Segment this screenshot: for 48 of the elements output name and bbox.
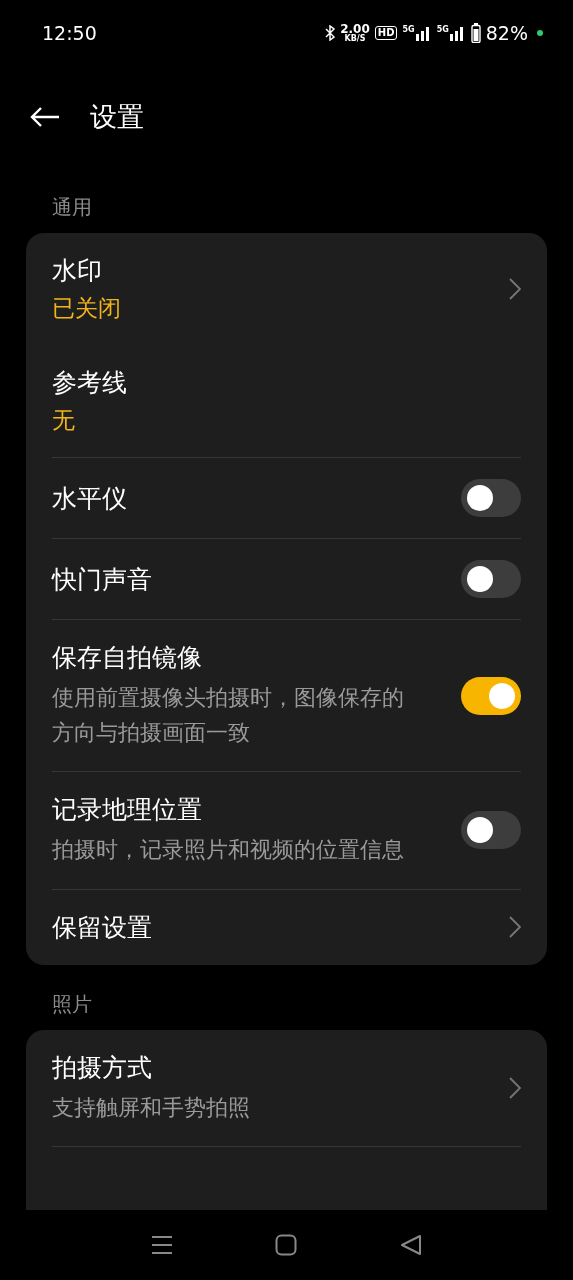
speed-unit: KB/S <box>344 35 366 43</box>
signal-icon <box>415 25 432 41</box>
toggle-switch[interactable] <box>461 560 521 598</box>
setting-value: 无 <box>52 406 76 435</box>
network-label: 5G <box>402 25 415 34</box>
settings-row[interactable]: 快门声音 <box>52 538 521 619</box>
setting-title: 水平仪 <box>52 482 128 515</box>
clock-time: 12:50 <box>42 22 98 44</box>
settings-row[interactable]: 拍摄方式 支持触屏和手势拍照 <box>52 1029 521 1146</box>
chevron-right-icon <box>509 1076 521 1099</box>
battery-percent: 82% <box>485 22 528 44</box>
battery-icon <box>470 23 481 43</box>
setting-description: 拍摄时，记录照片和视频的位置信息 <box>52 836 405 865</box>
toggle-switch[interactable] <box>461 811 521 850</box>
settings-row[interactable]: 保存自拍镜像 使用前置摄像头拍摄时，图像保存的方向与拍摄画面一致 <box>52 619 521 772</box>
section-label: 照片 <box>51 990 93 1018</box>
chevron-right-icon <box>509 916 521 939</box>
network-speed: 2.00 <box>340 23 370 35</box>
network-label: 5G <box>436 25 449 34</box>
setting-description: 支持触屏和手势拍照 <box>52 1093 251 1122</box>
settings-row[interactable]: 水印 已关闭 <box>52 233 521 345</box>
status-dot-icon <box>537 30 543 36</box>
toggle-switch[interactable] <box>461 676 521 715</box>
setting-title: 水印 <box>52 255 103 287</box>
square-icon <box>275 1234 298 1256</box>
setting-title: 拍摄方式 <box>52 1051 153 1084</box>
setting-title: 参考线 <box>52 367 128 399</box>
back-button[interactable] <box>30 106 60 128</box>
toggle-switch[interactable] <box>461 479 521 517</box>
menu-icon <box>151 1235 174 1255</box>
setting-title: 记录地理位置 <box>52 794 203 827</box>
hd-badge: HD <box>374 26 398 40</box>
signal-icon <box>449 25 466 41</box>
settings-row[interactable]: 保留设置 <box>52 888 521 965</box>
setting-title: 保存自拍镜像 <box>52 642 203 674</box>
bluetooth-icon <box>325 25 336 41</box>
setting-title: 保留设置 <box>52 911 153 944</box>
page-title: 设置 <box>90 100 144 134</box>
back-arrow-icon <box>30 106 60 128</box>
section-label: 通用 <box>51 194 93 221</box>
settings-row[interactable]: 记录地理位置 拍摄时，记录照片和视频的位置信息 <box>52 771 521 889</box>
setting-value: 已关闭 <box>52 294 122 323</box>
setting-title: 快门声音 <box>52 563 153 596</box>
setting-description: 使用前置摄像头拍摄时，图像保存的方向与拍摄画面一致 <box>52 684 405 748</box>
settings-row[interactable]: 水平仪 <box>52 457 521 538</box>
settings-row[interactable]: 参考线 无 <box>52 345 521 457</box>
chevron-right-icon <box>509 278 521 300</box>
triangle-icon <box>399 1234 422 1256</box>
